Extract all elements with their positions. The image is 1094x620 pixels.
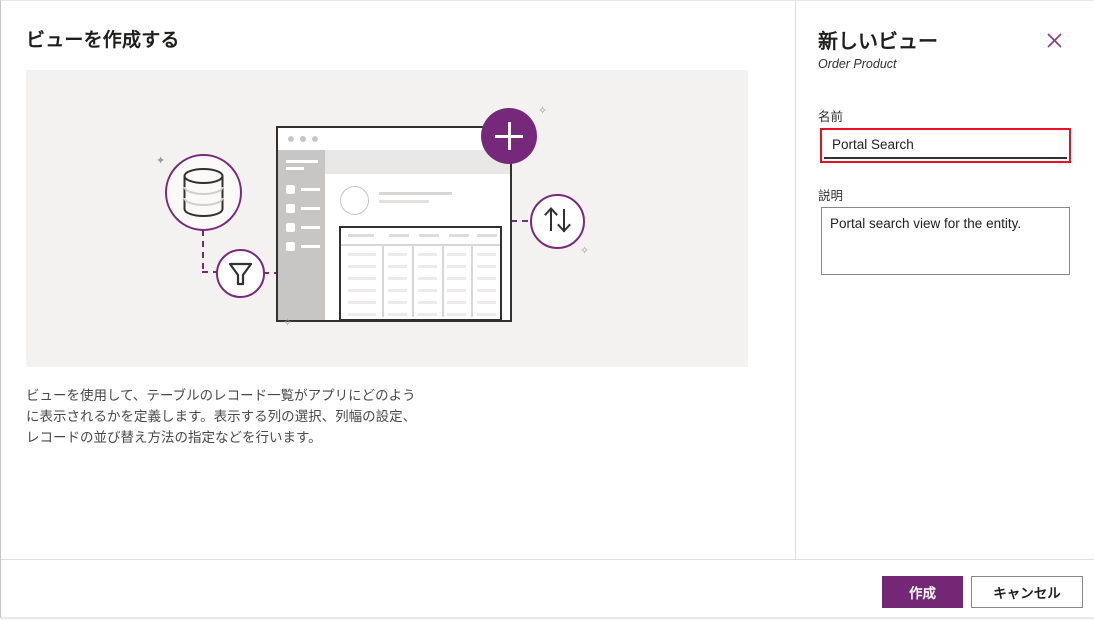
- mock-sidebar-line: [301, 245, 320, 248]
- mock-grid-cell: [447, 313, 466, 316]
- mock-grid-cell: [418, 289, 437, 292]
- mock-sidebar-bullet: [286, 185, 295, 194]
- left-pane: ビューを作成する ✦ ✧ ✧ ✧ ビューを使用して、テーブルのレコード一覧がアプ…: [1, 1, 796, 559]
- mock-sidebar-line: [301, 226, 320, 229]
- close-button[interactable]: [1041, 27, 1067, 53]
- create-button[interactable]: 作成: [882, 576, 963, 608]
- view-description: ビューを使用して、テーブルのレコード一覧がアプリにどのよう に表示されるかを定義…: [26, 385, 446, 448]
- mock-sidebar-bullet: [286, 204, 295, 213]
- new-view-panel: 新しいビュー Order Product 名前 説明: [797, 1, 1094, 559]
- sparkle-decoration: ✧: [538, 105, 548, 117]
- mock-grid-divider: [382, 246, 384, 317]
- window-dot: [312, 136, 318, 142]
- view-illustration: ✦ ✧ ✧ ✧: [26, 70, 748, 367]
- mock-grid-cell: [388, 301, 407, 304]
- mock-grid-divider: [471, 246, 473, 317]
- sparkle-decoration: ✧: [283, 317, 293, 329]
- close-icon: [1046, 32, 1062, 48]
- mock-grid-cell: [348, 301, 376, 304]
- mock-grid-cell: [348, 277, 376, 280]
- panel-title: 新しいビュー: [818, 31, 938, 53]
- browser-chrome: [278, 128, 510, 150]
- create-view-dialog: ビューを作成する ✦ ✧ ✧ ✧ ビューを使用して、テーブルのレコード一覧がアプ…: [0, 0, 1094, 620]
- mock-grid-cell: [418, 301, 437, 304]
- mock-grid-divider: [412, 246, 414, 317]
- mock-avatar: [340, 186, 369, 215]
- mock-subheading-line: [379, 200, 429, 203]
- mock-grid-cell: [447, 301, 466, 304]
- mock-grid-cell: [418, 253, 437, 256]
- mock-command-bar: [325, 150, 510, 174]
- view-description-line: に表示されるかを定義します。表示する列の選択、列幅の設定、: [26, 409, 417, 424]
- sparkle-decoration: ✦: [156, 155, 166, 167]
- mock-grid-cell: [348, 253, 376, 256]
- window-dot: [300, 136, 306, 142]
- mock-grid-header: [341, 228, 500, 246]
- mock-grid-divider: [442, 246, 444, 317]
- mock-grid-cell: [418, 277, 437, 280]
- sparkle-decoration: ✧: [580, 245, 590, 257]
- mock-grid-cell: [477, 289, 496, 292]
- mock-grid-cell: [388, 277, 407, 280]
- mock-grid-cell: [348, 313, 376, 316]
- panel-subtitle: Order Product: [818, 57, 897, 71]
- mock-grid-cell: [447, 265, 466, 268]
- mock-sidebar-line: [301, 207, 320, 210]
- database-icon: [165, 154, 242, 231]
- mock-sidebar-bullet: [286, 223, 295, 232]
- mock-grid-cell: [348, 289, 376, 292]
- mock-grid-cell: [388, 265, 407, 268]
- mock-sidebar-line: [301, 188, 320, 191]
- mock-data-grid: [339, 226, 502, 321]
- funnel-glyph: [228, 262, 253, 286]
- mock-grid-cell: [388, 253, 407, 256]
- mock-grid-cell: [447, 253, 466, 256]
- browser-body: [278, 150, 510, 321]
- mock-grid-header-cell: [389, 234, 409, 237]
- mock-grid-header-cell: [477, 234, 497, 237]
- filter-icon: [216, 249, 265, 298]
- mock-grid-header-cell: [419, 234, 439, 237]
- plus-icon: [481, 108, 537, 164]
- description-field-label: 説明: [818, 189, 844, 203]
- description-input[interactable]: [821, 207, 1070, 275]
- dialog-footer: 作成 キャンセル: [1, 559, 1094, 620]
- mock-grid-cell: [388, 289, 407, 292]
- mock-sidebar: [278, 150, 325, 320]
- mock-grid-cell: [477, 277, 496, 280]
- mock-grid-cell: [477, 253, 496, 256]
- mock-grid-cell: [418, 313, 437, 316]
- view-description-line: ビューを使用して、テーブルのレコード一覧がアプリにどのよう: [26, 388, 416, 403]
- mock-grid-cell: [388, 313, 407, 316]
- mock-sidebar-bullet: [286, 242, 295, 251]
- plus-vertical: [507, 122, 511, 150]
- mock-grid-cell: [418, 265, 437, 268]
- mock-grid-cell: [447, 277, 466, 280]
- mock-grid-cell: [477, 313, 496, 316]
- name-input[interactable]: [824, 132, 1067, 159]
- database-glyph: [183, 168, 224, 217]
- mock-grid-cell: [477, 301, 496, 304]
- window-bottom-edge: [1, 617, 1094, 619]
- view-description-line: レコードの並び替え方法の指定などを行います。: [26, 430, 322, 445]
- mock-sidebar-subtitle: [286, 167, 304, 170]
- sort-icon: [530, 194, 585, 249]
- mock-sidebar-title: [286, 160, 318, 163]
- window-dot: [288, 136, 294, 142]
- browser-window-mockup: [276, 126, 512, 322]
- mock-grid-header-cell: [348, 234, 374, 237]
- name-field-label: 名前: [818, 110, 844, 124]
- mock-grid-cell: [348, 265, 376, 268]
- mock-grid-cell: [447, 289, 466, 292]
- connector-db-to-filter: [202, 230, 204, 272]
- page-title: ビューを作成する: [26, 30, 180, 51]
- mock-grid-cell: [477, 265, 496, 268]
- mock-grid-header-cell: [449, 234, 469, 237]
- mock-heading-line: [379, 192, 452, 195]
- sort-arrows-glyph: [544, 207, 571, 233]
- cancel-button[interactable]: キャンセル: [971, 576, 1083, 608]
